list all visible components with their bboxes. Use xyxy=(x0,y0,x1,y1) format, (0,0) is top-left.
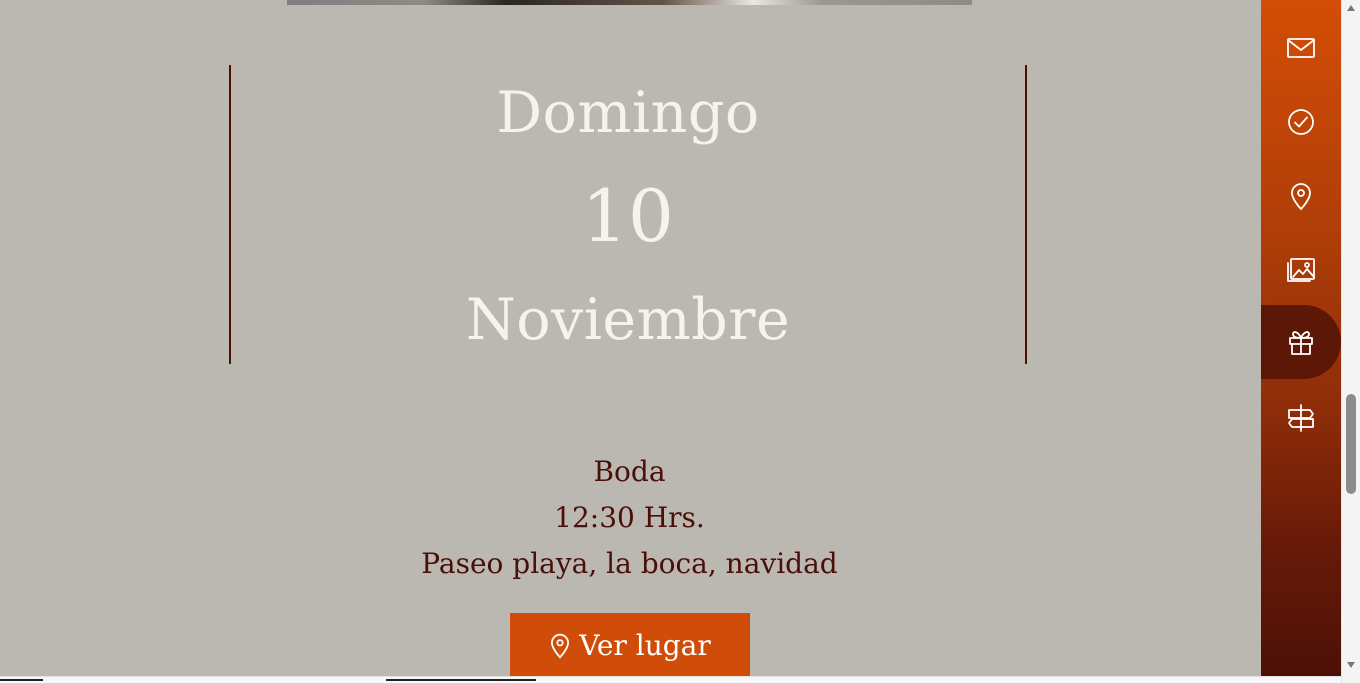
signpost-icon xyxy=(1288,404,1314,432)
date-number: 10 xyxy=(581,174,675,258)
side-item-gallery[interactable] xyxy=(1261,233,1341,307)
invitation-page: Domingo 10 Noviembre Boda 12:30 Hrs. Pas… xyxy=(0,0,1360,683)
mail-icon xyxy=(1287,38,1315,58)
gallery-icon xyxy=(1287,258,1315,282)
bottom-scroll-mark xyxy=(386,679,536,681)
gift-icon xyxy=(1289,331,1313,355)
check-circle-icon xyxy=(1288,109,1314,135)
side-item-confirm[interactable] xyxy=(1261,85,1341,159)
hero-photo-edge xyxy=(287,0,972,5)
date-frame: Domingo 10 Noviembre xyxy=(229,65,1027,364)
side-item-itinerary[interactable] xyxy=(1261,381,1341,455)
event-type: Boda xyxy=(593,455,666,488)
scroll-up-icon[interactable] xyxy=(1347,5,1355,11)
view-location-button[interactable]: Ver lugar xyxy=(510,613,750,677)
map-pin-icon xyxy=(551,633,570,658)
date-day: Domingo xyxy=(496,80,760,146)
side-item-location[interactable] xyxy=(1261,159,1341,233)
map-pin-icon xyxy=(1291,183,1311,210)
horizontal-scroll-edge xyxy=(0,676,1341,683)
side-item-mail[interactable] xyxy=(1261,11,1341,85)
scroll-down-icon[interactable] xyxy=(1347,662,1355,668)
scroll-thumb[interactable] xyxy=(1346,394,1356,494)
date-month: Noviembre xyxy=(465,287,791,353)
side-item-gifts[interactable] xyxy=(1261,305,1341,379)
event-time: 12:30 Hrs. xyxy=(554,501,705,534)
vertical-scrollbar[interactable] xyxy=(1341,0,1360,683)
side-navigation xyxy=(1261,0,1341,676)
event-place: Paseo playa, la boca, navidad xyxy=(421,547,838,580)
event-info: Boda 12:30 Hrs. Paseo playa, la boca, na… xyxy=(287,449,972,587)
view-location-label: Ver lugar xyxy=(579,628,711,662)
bottom-scroll-mark xyxy=(0,679,43,681)
